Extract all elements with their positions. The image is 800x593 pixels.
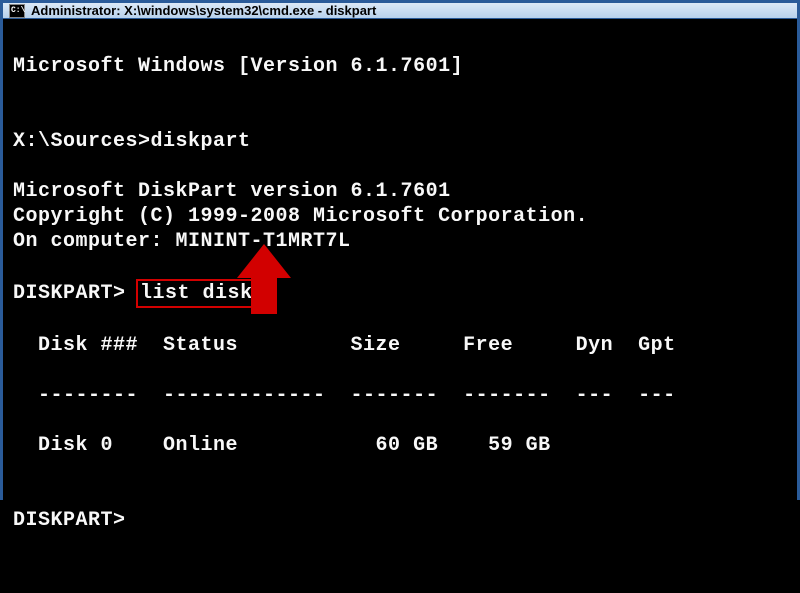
prompt-line-1: X:\Sources>diskpart — [13, 130, 251, 153]
computer-line: On computer: MININT-T1MRT7L — [13, 230, 351, 253]
cmd-icon: C:\ — [9, 4, 25, 18]
cmd-window: C:\ Administrator: X:\windows\system32\c… — [0, 0, 800, 500]
table-row: Disk 0 Online 60 GB 59 GB — [13, 433, 787, 458]
command-highlight: list disk — [136, 279, 257, 308]
table-header: Disk ### Status Size Free Dyn Gpt — [13, 333, 787, 358]
prompt-1: X:\Sources> — [13, 130, 151, 153]
prompt-line-2: DISKPART> list disk — [13, 282, 257, 305]
prompt-line-3: DISKPART> — [13, 509, 126, 532]
command-1: diskpart — [151, 130, 251, 153]
terminal-output[interactable]: Microsoft Windows [Version 6.1.7601] X:\… — [3, 19, 797, 593]
copyright-line: Copyright (C) 1999-2008 Microsoft Corpor… — [13, 205, 588, 228]
table-divider: -------- ------------- ------- ------- -… — [13, 383, 787, 408]
command-2: list disk — [140, 282, 253, 305]
version-line: Microsoft Windows [Version 6.1.7601] — [13, 55, 463, 78]
window-title: Administrator: X:\windows\system32\cmd.e… — [31, 3, 376, 18]
diskpart-version: Microsoft DiskPart version 6.1.7601 — [13, 180, 451, 203]
titlebar[interactable]: C:\ Administrator: X:\windows\system32\c… — [3, 3, 797, 19]
prompt-2: DISKPART> — [13, 282, 126, 305]
